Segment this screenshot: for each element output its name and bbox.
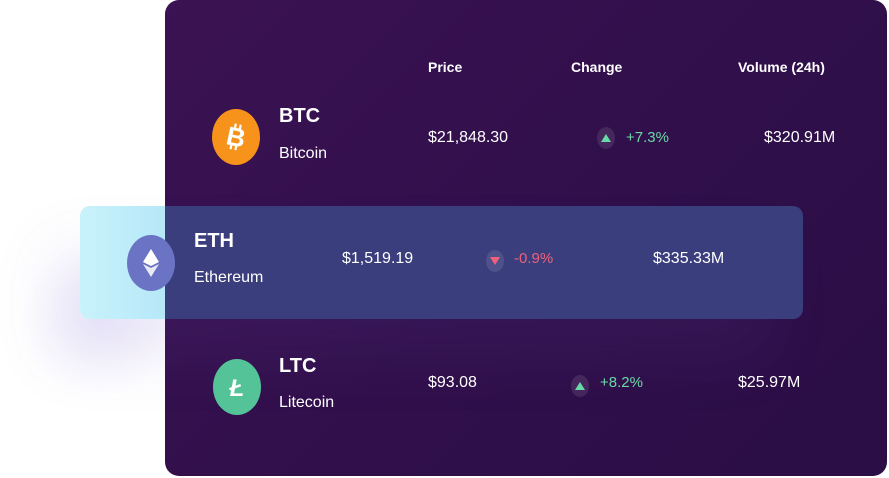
ethereum-icon — [127, 235, 175, 291]
column-header-change: Change — [571, 59, 623, 75]
price-eth: $1,519.19 — [342, 250, 414, 267]
ticker-ltc: LTC — [279, 355, 317, 377]
column-header-volume: Volume (24h) — [738, 59, 825, 75]
arrow-up-icon — [571, 375, 589, 397]
ticker-eth: ETH — [194, 230, 234, 252]
change-ltc: +8.2% — [600, 374, 643, 391]
volume-ltc: $25.97M — [738, 374, 801, 391]
change-eth: -0.9% — [514, 250, 554, 267]
litecoin-icon: L — [213, 359, 261, 415]
bitcoin-icon: B — [212, 109, 260, 165]
ticker-btc: BTC — [279, 105, 321, 127]
crypto-market-widget: Price Change Volume (24h) B BTC Bitcoin … — [0, 0, 889, 478]
coin-name-ltc: Litecoin — [279, 394, 335, 411]
arrow-up-icon — [597, 127, 615, 149]
volume-eth: $335.33M — [653, 250, 725, 267]
change-btc: +7.3% — [626, 129, 669, 146]
price-btc: $21,848.30 — [428, 129, 509, 146]
coin-name-btc: Bitcoin — [279, 145, 328, 162]
column-header-price: Price — [428, 59, 463, 75]
price-ltc: $93.08 — [428, 374, 477, 391]
arrow-down-icon — [486, 250, 504, 272]
volume-btc: $320.91M — [764, 129, 836, 146]
coin-name-eth: Ethereum — [194, 269, 264, 286]
